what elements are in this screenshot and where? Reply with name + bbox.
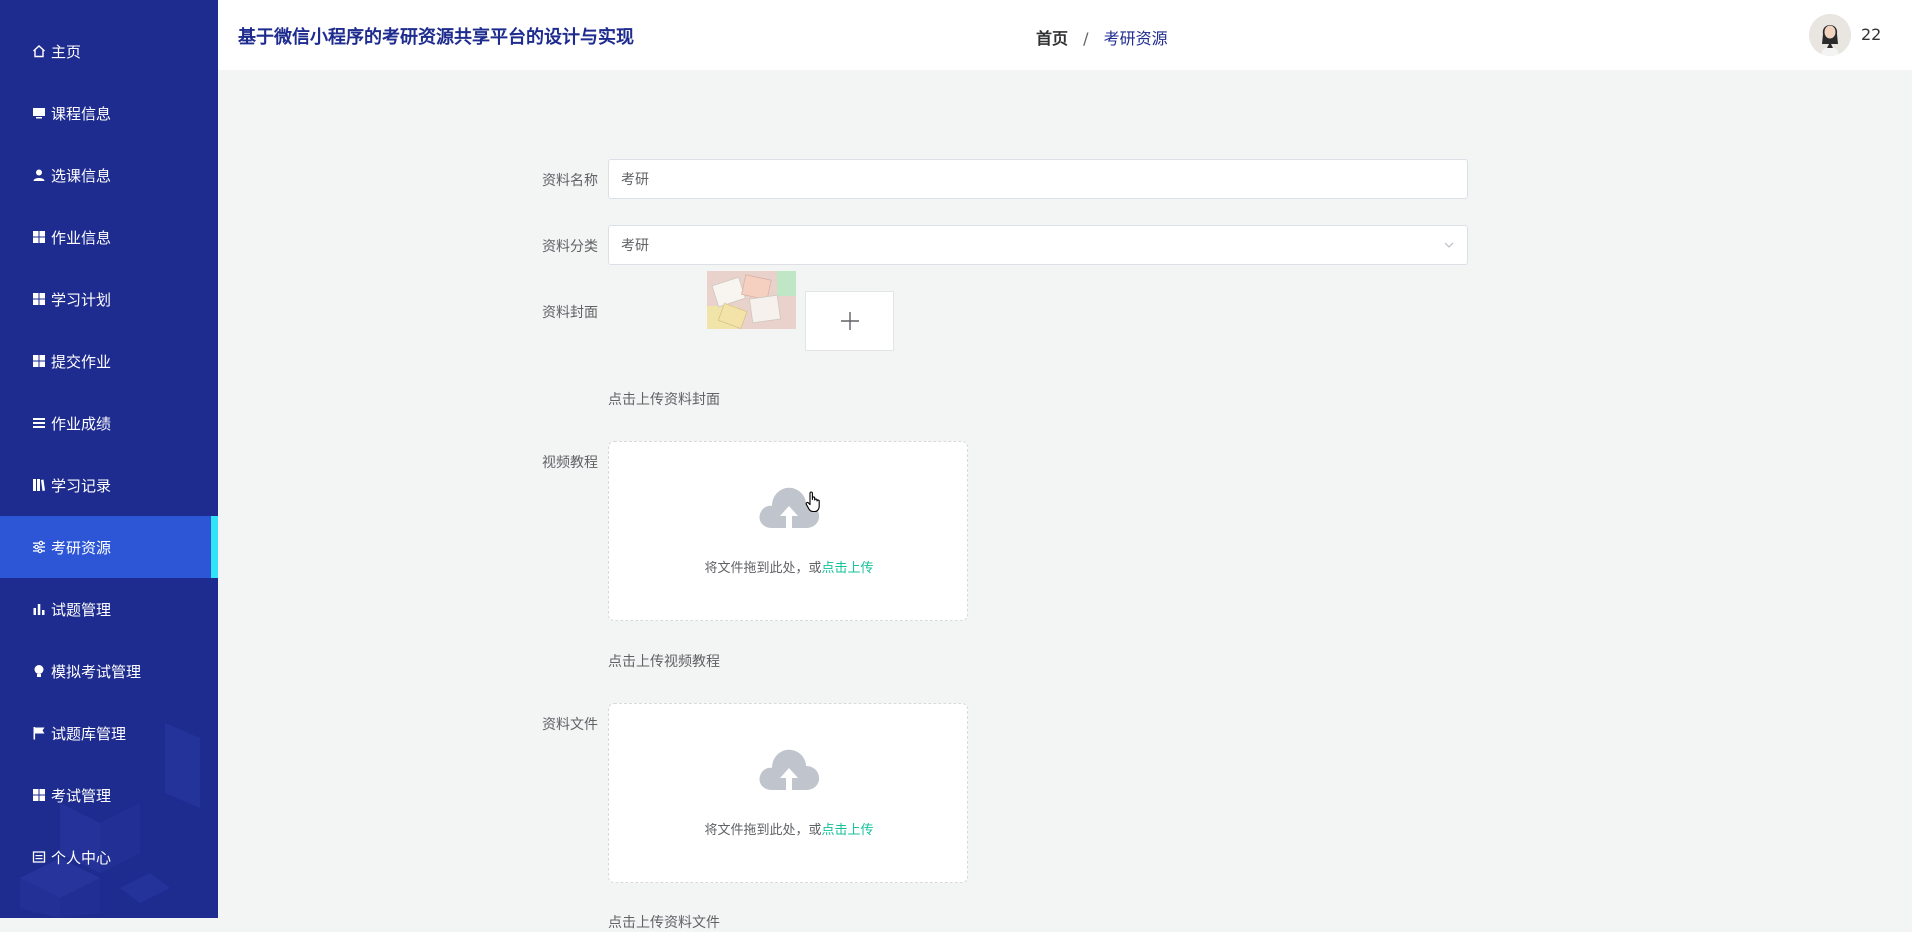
user-icon [31, 167, 47, 183]
sidebar-item-study-plan[interactable]: 学习计划 [0, 268, 218, 330]
breadcrumb-current: 考研资源 [1103, 29, 1168, 48]
card-icon [31, 849, 47, 865]
upload-cloud-icon [759, 749, 820, 790]
category-label: 资料分类 [542, 239, 598, 255]
name-label: 资料名称 [542, 173, 598, 189]
sliders-icon [31, 539, 47, 555]
sidebar-item-home[interactable]: 主页 [0, 20, 218, 82]
top-header: 基于微信小程序的考研资源共享平台的设计与实现 首页 / 考研资源 22 [218, 0, 1912, 70]
chevron-down-icon [1444, 242, 1454, 248]
file-upload-tip: 点击上传资料文件 [608, 915, 720, 931]
bulb-icon [31, 663, 47, 679]
sidebar-item-label: 个人中心 [51, 848, 112, 867]
video-upload-text: 将文件拖到此处，或点击上传 [704, 561, 874, 576]
sidebar-item-submit-homework[interactable]: 提交作业 [0, 330, 218, 392]
sidebar: 主页 课程信息 选课信息 作业信息 学习计划 提交作业 作业成绩 学习记录 考研… [0, 0, 218, 918]
file-upload-dropzone[interactable]: 将文件拖到此处，或点击上传 [608, 703, 968, 883]
sidebar-item-exam-management[interactable]: 考试管理 [0, 764, 218, 826]
sidebar-item-homework-info[interactable]: 作业信息 [0, 206, 218, 268]
sidebar-item-label: 学习计划 [51, 290, 112, 309]
breadcrumb-separator: / [1083, 29, 1089, 48]
sidebar-item-course-info[interactable]: 课程信息 [0, 82, 218, 144]
book-icon [31, 477, 47, 493]
sidebar-item-label: 作业成绩 [51, 414, 112, 433]
cover-image-thumbnail[interactable] [707, 271, 796, 329]
bar-chart-icon [31, 601, 47, 617]
sidebar-item-label: 试题管理 [51, 600, 112, 619]
sidebar-item-label: 主页 [51, 42, 82, 61]
sidebar-item-question-management[interactable]: 试题管理 [0, 578, 218, 640]
sidebar-item-label: 试题库管理 [51, 724, 127, 743]
sidebar-item-label: 课程信息 [51, 104, 112, 123]
breadcrumb-home[interactable]: 首页 [1036, 29, 1068, 48]
sidebar-item-label: 提交作业 [51, 352, 112, 371]
sidebar-item-label: 模拟考试管理 [51, 662, 142, 681]
category-selected-value: 考研 [621, 238, 649, 254]
sidebar-item-course-selection[interactable]: 选课信息 [0, 144, 218, 206]
flag-icon [31, 725, 47, 741]
material-name-input[interactable] [608, 159, 1468, 199]
category-select[interactable]: 考研 [608, 225, 1468, 265]
home-icon [31, 43, 47, 59]
sidebar-item-label: 考试管理 [51, 786, 112, 805]
sidebar-item-label: 作业信息 [51, 228, 112, 247]
sidebar-item-mock-exam-management[interactable]: 模拟考试管理 [0, 640, 218, 702]
grid-icon [31, 353, 47, 369]
grid-icon [31, 787, 47, 803]
monitor-icon [31, 105, 47, 121]
plus-icon [840, 312, 859, 330]
sidebar-item-label: 考研资源 [51, 538, 112, 557]
video-upload-link[interactable]: 点击上传 [822, 561, 874, 576]
grid-icon [31, 291, 47, 307]
sidebar-item-homework-grades[interactable]: 作业成绩 [0, 392, 218, 454]
cover-upload-button[interactable] [805, 291, 894, 351]
video-label: 视频教程 [542, 455, 598, 471]
file-upload-link[interactable]: 点击上传 [822, 823, 874, 838]
sidebar-item-label: 学习记录 [51, 476, 112, 495]
cover-label: 资料封面 [542, 305, 598, 321]
sidebar-item-label: 选课信息 [51, 166, 112, 185]
sidebar-item-personal-center[interactable]: 个人中心 [0, 826, 218, 888]
video-upload-dropzone[interactable]: 将文件拖到此处，或点击上传 [608, 441, 968, 621]
grid-icon [31, 229, 47, 245]
breadcrumb: 首页 / 考研资源 [1036, 25, 1168, 49]
avatar[interactable] [1809, 14, 1851, 56]
username[interactable]: 22 [1861, 25, 1881, 44]
sidebar-item-exam-resources[interactable]: 考研资源 [0, 516, 218, 578]
file-upload-text: 将文件拖到此处，或点击上传 [704, 823, 874, 838]
hand-cursor-icon [805, 491, 820, 513]
file-label: 资料文件 [542, 717, 598, 733]
cover-upload-tip: 点击上传资料封面 [608, 392, 720, 408]
sidebar-item-study-records[interactable]: 学习记录 [0, 454, 218, 516]
sidebar-item-question-bank-management[interactable]: 试题库管理 [0, 702, 218, 764]
video-upload-tip: 点击上传视频教程 [608, 654, 720, 670]
app-title: 基于微信小程序的考研资源共享平台的设计与实现 [238, 27, 634, 48]
list-icon [31, 415, 47, 431]
